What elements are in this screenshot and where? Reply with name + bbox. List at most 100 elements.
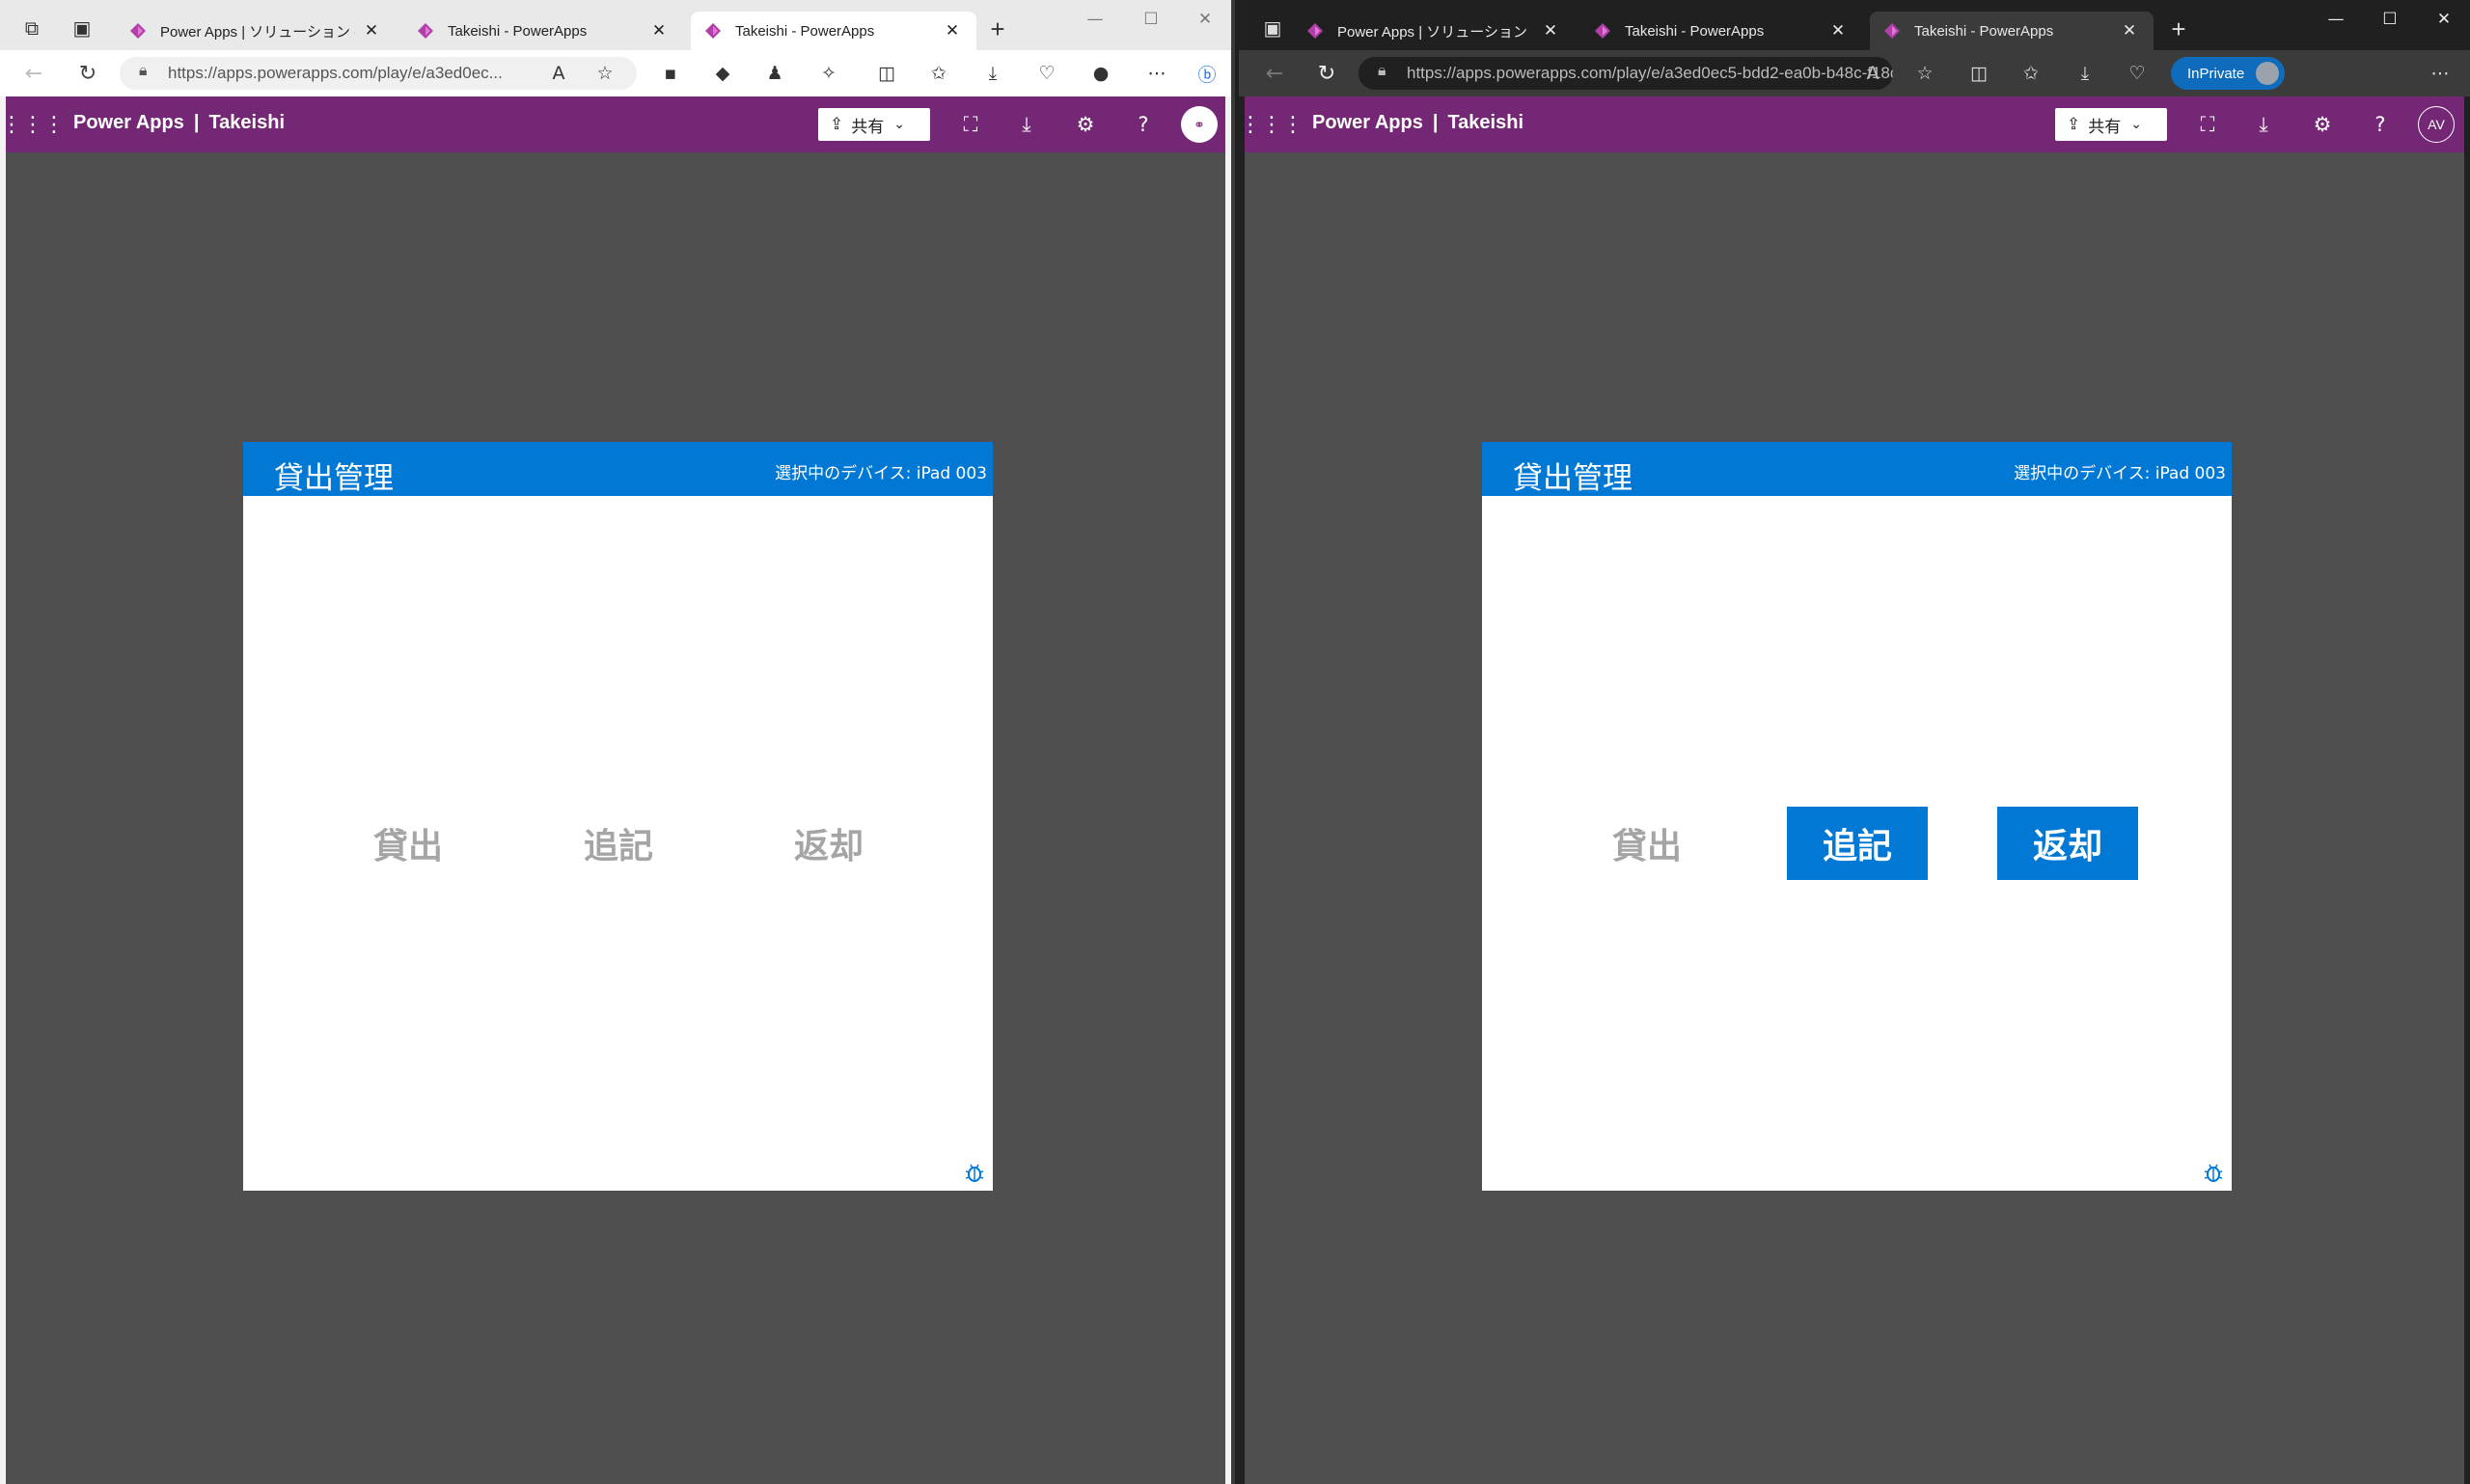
- tab-label: Power Apps | ソリューション - Takeishi: [160, 23, 355, 41]
- tab-powerapps-solutions[interactable]: Power Apps | ソリューション ✕: [1293, 12, 1575, 50]
- tab-takeishi-powerapps[interactable]: Takeishi - PowerApps ✕: [1580, 12, 1862, 50]
- vertical-tabs-icon[interactable]: ▣: [68, 14, 96, 42]
- append-button[interactable]: 追記: [1787, 807, 1928, 880]
- fit-to-window-icon[interactable]: ⛶: [2193, 110, 2222, 139]
- workspaces-icon[interactable]: ⧉: [17, 14, 46, 42]
- address-bar-row: ← ↻ 🔒︎ https://apps.powerapps.com/play/e…: [0, 50, 1231, 96]
- powerapps-icon: [1884, 23, 1900, 39]
- account-avatar[interactable]: AV: [2418, 106, 2455, 143]
- close-window-button[interactable]: ✕: [1183, 6, 1227, 33]
- powerapps-header: ⋮⋮⋮ Power Apps | Takeishi ⇪ 共有 ⌄ ⛶ ⤓ ⚙ ? A…: [1240, 96, 2464, 152]
- bing-copilot-icon[interactable]: ⓑ: [1193, 59, 1221, 88]
- selected-device-label: 選択中のデバイス: iPad 003: [775, 464, 987, 483]
- favorites-icon[interactable]: ✩: [2017, 59, 2045, 88]
- title-separator: |: [193, 112, 200, 133]
- split-screen-icon[interactable]: ◫: [872, 59, 901, 88]
- maximize-button[interactable]: ☐: [1129, 6, 1173, 33]
- refresh-button[interactable]: ↻: [1312, 59, 1341, 88]
- url-bar[interactable]: 🔒︎ https://apps.powerapps.com/play/e/a3e…: [1358, 57, 1893, 90]
- profile-avatar: [2256, 62, 2279, 85]
- bug-icon[interactable]: [2201, 1160, 2226, 1185]
- tab-takeishi-powerapps[interactable]: Takeishi - PowerApps ✕: [403, 12, 683, 50]
- close-tab-icon[interactable]: ✕: [361, 21, 382, 41]
- app-canvas: 貸出管理 選択中のデバイス: iPad 003 貸出 追記 返却: [243, 442, 993, 1191]
- tab-strip: ▣ Power Apps | ソリューション ✕ Takeishi - Powe…: [1239, 0, 2470, 58]
- new-tab-button[interactable]: +: [2163, 14, 2194, 44]
- downloads-icon[interactable]: ⤓: [978, 59, 1007, 88]
- fit-to-window-icon[interactable]: ⛶: [956, 110, 985, 139]
- url-text: https://apps.powerapps.com/play/e/a3ed0e…: [168, 64, 503, 82]
- favorite-star-icon[interactable]: ☆: [590, 59, 619, 88]
- header-title: Power Apps | Takeishi: [73, 112, 285, 134]
- read-aloud-icon[interactable]: A: [1858, 59, 1887, 88]
- left-browser-window: ⧉ ▣ Power Apps | ソリューション - Takeishi ✕ Ta…: [0, 0, 1235, 1484]
- extension-person-icon[interactable]: ♟: [760, 59, 789, 88]
- more-menu-icon[interactable]: ⋯: [2426, 59, 2455, 88]
- tab-takeishi-powerapps-active[interactable]: Takeishi - PowerApps ✕: [1870, 12, 2154, 50]
- extensions-puzzle-icon[interactable]: ✧: [814, 59, 843, 88]
- tab-label: Takeishi - PowerApps: [735, 22, 875, 40]
- minimize-button[interactable]: —: [2314, 6, 2358, 33]
- vertical-tabs-icon[interactable]: ▣: [1258, 14, 1287, 42]
- settings-gear-icon[interactable]: ⚙: [2308, 110, 2337, 139]
- bug-icon[interactable]: [962, 1160, 987, 1185]
- return-button[interactable]: 返却: [758, 807, 899, 880]
- chevron-down-icon: ⌄: [2130, 117, 2142, 132]
- lock-icon: 🔒︎: [1378, 63, 1386, 79]
- append-button[interactable]: 追記: [548, 807, 689, 880]
- browser-essentials-icon[interactable]: ♡: [2123, 59, 2152, 88]
- maximize-button[interactable]: ☐: [2368, 6, 2412, 33]
- close-tab-icon[interactable]: ✕: [648, 21, 670, 41]
- refresh-button[interactable]: ↻: [73, 59, 102, 88]
- powerapps-icon: [1595, 23, 1610, 39]
- extension-translate-icon[interactable]: ▪: [656, 59, 685, 88]
- downloads-icon[interactable]: ⤓: [2071, 59, 2100, 88]
- close-tab-icon[interactable]: ✕: [2119, 21, 2140, 41]
- environment-name: Takeishi: [208, 112, 286, 133]
- tab-takeishi-powerapps-active[interactable]: Takeishi - PowerApps ✕: [691, 12, 976, 50]
- favorites-icon[interactable]: ✩: [924, 59, 953, 88]
- title-separator: |: [1432, 112, 1439, 133]
- lend-button[interactable]: 貸出: [1577, 807, 1717, 880]
- close-tab-icon[interactable]: ✕: [1540, 21, 1561, 41]
- tab-label: Power Apps | ソリューション: [1337, 23, 1527, 41]
- inprivate-badge[interactable]: InPrivate: [2171, 57, 2285, 90]
- close-tab-icon[interactable]: ✕: [1827, 21, 1849, 41]
- powerapps-icon: [705, 23, 721, 39]
- new-tab-button[interactable]: +: [982, 14, 1013, 44]
- powerapps-icon: [1307, 23, 1323, 39]
- minimize-button[interactable]: —: [1073, 6, 1117, 33]
- browser-essentials-icon[interactable]: ♡: [1032, 59, 1061, 88]
- app-canvas: 貸出管理 選択中のデバイス: iPad 003 貸出 追記 返却: [1482, 442, 2232, 1191]
- lend-button[interactable]: 貸出: [338, 807, 479, 880]
- favorite-star-icon[interactable]: ☆: [1910, 59, 1939, 88]
- tab-label: Takeishi - PowerApps: [1914, 22, 2054, 40]
- read-aloud-icon[interactable]: A: [544, 59, 573, 88]
- download-icon[interactable]: ⤓: [2249, 110, 2278, 139]
- share-button[interactable]: ⇪ 共有 ⌄: [2055, 108, 2167, 141]
- profile-avatar[interactable]: ●: [1086, 59, 1115, 88]
- help-icon[interactable]: ?: [2366, 110, 2395, 139]
- settings-gear-icon[interactable]: ⚙: [1071, 110, 1100, 139]
- account-avatar[interactable]: ⚭: [1181, 106, 1218, 143]
- header-title: Power Apps | Takeishi: [1312, 112, 1523, 134]
- share-icon: ⇪: [830, 115, 844, 134]
- app-header-bar: 貸出管理 選択中のデバイス: iPad 003: [243, 442, 993, 496]
- return-button[interactable]: 返却: [1997, 807, 2138, 880]
- split-screen-icon[interactable]: ◫: [1964, 59, 1993, 88]
- tab-powerapps-solutions[interactable]: Power Apps | ソリューション - Takeishi ✕: [116, 12, 396, 50]
- help-icon[interactable]: ?: [1129, 110, 1158, 139]
- close-window-button[interactable]: ✕: [2422, 6, 2466, 33]
- lock-icon: 🔒︎: [139, 63, 148, 79]
- close-tab-icon[interactable]: ✕: [942, 21, 963, 41]
- back-button[interactable]: ←: [1260, 59, 1289, 88]
- environment-name: Takeishi: [1447, 112, 1524, 133]
- app-launcher-icon[interactable]: ⋮⋮⋮: [1, 111, 65, 138]
- back-button[interactable]: ←: [19, 59, 48, 88]
- tab-label: Takeishi - PowerApps: [1625, 22, 1765, 40]
- download-icon[interactable]: ⤓: [1012, 110, 1041, 139]
- more-menu-icon[interactable]: ⋯: [1142, 59, 1171, 88]
- extension-shield-icon[interactable]: ◆: [708, 59, 737, 88]
- app-launcher-icon[interactable]: ⋮⋮⋮: [1240, 111, 1304, 138]
- share-button[interactable]: ⇪ 共有 ⌄: [818, 108, 930, 141]
